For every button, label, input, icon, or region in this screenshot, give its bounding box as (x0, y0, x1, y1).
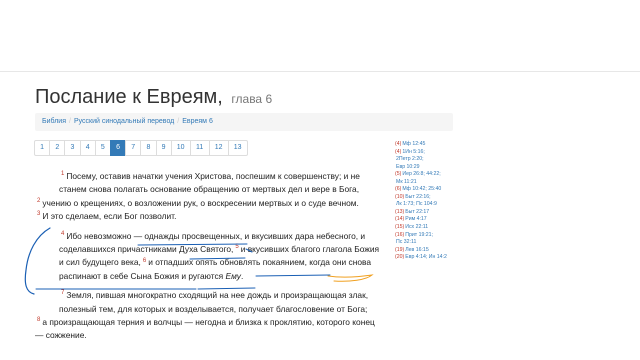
cross-ref-number: (6) (395, 186, 402, 193)
cross-ref-item[interactable]: (19)Лев 16:15 (395, 247, 475, 255)
breadcrumb-separator: / (68, 118, 71, 125)
breadcrumb: Библия / Русский синодальный перевод / Еврея… (35, 113, 453, 131)
page-link-10[interactable]: 10 (170, 140, 191, 156)
page-link-9[interactable]: 9 (155, 140, 172, 156)
page-link-6-active[interactable]: 6 (109, 140, 127, 156)
cross-ref-item[interactable]: (16)Прит 19:21; (395, 232, 475, 240)
cross-ref-item[interactable]: 2Петр 2:20; (395, 156, 475, 164)
cross-ref-number: (4) (395, 148, 402, 155)
breadcrumb-translation[interactable]: Русский синодальный перевод (74, 118, 174, 125)
cross-ref-number: (10) (395, 193, 405, 200)
cross-ref-link[interactable]: Иер 26:8; 44:22; (402, 171, 440, 177)
verse-emphasis: Ему (225, 270, 241, 281)
cross-ref-link[interactable]: Быт 22:16; (405, 194, 430, 200)
cross-ref-link[interactable]: Прит 19:21; (405, 232, 433, 238)
verse-2: 2 учению о крещениях, о возложении рук, о… (35, 197, 385, 210)
verse-7: 7 Земля, пившая многократно сходящий на н… (35, 289, 385, 316)
cross-ref-link[interactable]: Мф 12:45 (402, 141, 425, 147)
page-link-4[interactable]: 4 (79, 140, 96, 156)
cross-ref-link[interactable]: 1Ин 5:16; (402, 149, 424, 155)
page-link-8[interactable]: 8 (140, 140, 157, 156)
cross-ref-link[interactable]: Евр 4:14; Ин 14:2 (405, 254, 447, 260)
cross-ref-number: (5) (395, 171, 402, 178)
cross-ref-link[interactable]: Пс 32:11 (396, 239, 416, 245)
cross-ref-item[interactable]: Мк 11:21 (395, 179, 475, 187)
cross-ref-number: (4) (395, 141, 402, 147)
cross-ref-number: (15) (395, 224, 405, 231)
cross-ref-item[interactable]: (20)Евр 4:14; Ин 14:2 (395, 254, 475, 262)
verse-text: учению о крещениях, о возложении рук, о … (42, 197, 359, 208)
cross-ref-item[interactable]: Евр 10:29 (395, 164, 475, 172)
chapter-subtitle: глава 6 (231, 92, 273, 106)
page-link-3[interactable]: 3 (64, 140, 81, 156)
cross-ref-item[interactable]: (4)Мф 12:45 (395, 141, 475, 149)
verse-text: а произращающая терния и волчцы — негодн… (35, 317, 375, 341)
cross-ref-link[interactable]: 2Петр 2:20; (396, 156, 424, 162)
cross-ref-number: (20) (395, 254, 405, 261)
cross-ref-item[interactable]: Пс 32:11 (395, 239, 475, 247)
cross-ref-item[interactable]: (6)Мф 10:42; 25:40 (395, 186, 475, 194)
page-link-11[interactable]: 11 (189, 140, 210, 156)
cross-ref-item[interactable]: (15)Исх 22:11 (395, 224, 475, 232)
top-navbar (0, 0, 640, 72)
verse-1: 1 Посему, оставив начатки учения Христова… (35, 170, 385, 197)
verse-text: Земля, пившая многократно сходящий на не… (59, 290, 369, 314)
verse-4: 4 Ибо невозможно — однажды просвещенных, … (35, 230, 385, 284)
cross-ref-item[interactable]: (4)1Ин 5:16; (395, 149, 475, 157)
cross-ref-link[interactable]: Лк 1:73; Пс 104:9 (396, 201, 437, 207)
cross-ref-number: (16) (395, 231, 405, 238)
page-link-5[interactable]: 5 (94, 140, 111, 156)
page-link-1[interactable]: 1 (34, 140, 51, 156)
page-link-12[interactable]: 12 (208, 140, 229, 156)
cross-ref-number: (14) (395, 216, 405, 223)
chapter-text: 1 Посему, оставив начатки учения Христова… (35, 170, 385, 343)
cross-ref-item[interactable]: (10)Быт 22:16; (395, 194, 475, 202)
cross-ref-item[interactable]: (14)Рим 4:17 (395, 216, 475, 224)
page-title: Послание к Евреям, глава 6 (35, 86, 272, 109)
verse-end: . (240, 270, 244, 281)
cross-ref-link[interactable]: Лев 16:15 (405, 247, 428, 253)
cross-ref-link[interactable]: Рим 4:17 (405, 216, 426, 222)
cross-references: (4)Мф 12:45 (4)1Ин 5:16; 2Петр 2:20; Евр… (395, 141, 475, 262)
cross-ref-item[interactable]: Лк 1:73; Пс 104:9 (395, 201, 475, 209)
breadcrumb-current[interactable]: Евреям 6 (182, 118, 213, 125)
page-link-2[interactable]: 2 (49, 140, 66, 156)
cross-ref-link[interactable]: Мк 11:21 (396, 179, 417, 185)
chapter-pagination: 1 2 3 4 5 6 7 8 9 10 11 12 13 (34, 140, 248, 156)
cross-ref-link[interactable]: Евр 10:29 (396, 164, 420, 170)
verse-8: 8а произращающая терния и волчцы — негод… (35, 316, 385, 343)
cross-ref-link[interactable]: Мф 10:42; 25:40 (402, 186, 441, 192)
verse-number[interactable]: 5 (233, 244, 240, 250)
verse-text: И это сделаем, если Бог позволит. (42, 211, 177, 222)
cross-ref-link[interactable]: Быт 22:17 (405, 209, 429, 215)
cross-ref-number: (19) (395, 246, 405, 253)
verse-3: 3И это сделаем, если Бог позволит. (35, 210, 385, 223)
book-title: Послание к Евреям, (35, 86, 223, 108)
verse-text: Посему, оставив начатки учения Христова,… (59, 171, 360, 195)
page-link-13[interactable]: 13 (227, 140, 248, 156)
cross-ref-item[interactable]: (13)Быт 22:17 (395, 209, 475, 217)
cross-ref-number: (13) (395, 208, 405, 215)
cross-ref-link[interactable]: Исх 22:11 (405, 224, 428, 230)
cross-ref-item[interactable]: (5)Иер 26:8; 44:22; (395, 171, 475, 179)
breadcrumb-bible[interactable]: Библия (42, 118, 66, 125)
page-link-7[interactable]: 7 (125, 140, 142, 156)
